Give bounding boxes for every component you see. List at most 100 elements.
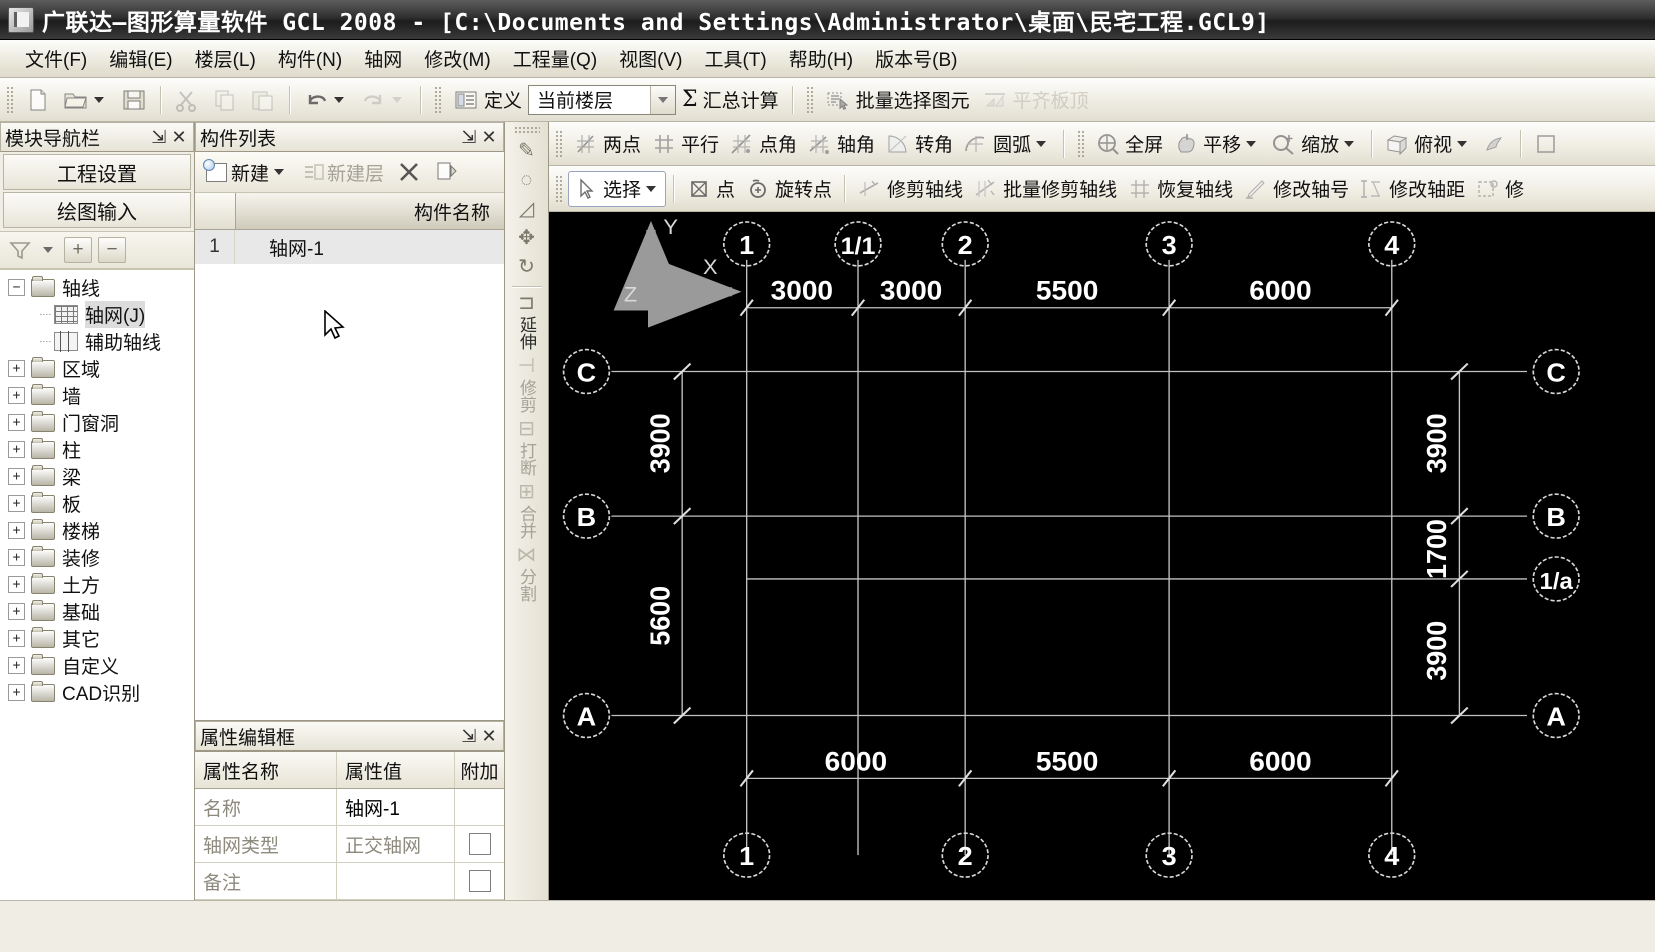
- menu-item-quantity[interactable]: 工程量(Q): [502, 42, 608, 75]
- mirror-button[interactable]: ◿: [509, 196, 545, 222]
- select-dropdown-icon[interactable]: [646, 185, 657, 192]
- zoom-button[interactable]: 缩放: [1266, 126, 1364, 162]
- property-row-name[interactable]: 名称 轴网-1: [195, 789, 504, 826]
- expander-icon[interactable]: +: [8, 468, 25, 485]
- axis-bubble-top-2[interactable]: 2: [941, 221, 989, 267]
- split-button[interactable]: ⋈ 分割: [509, 542, 545, 602]
- paste-button[interactable]: [244, 82, 282, 118]
- undo-button[interactable]: [297, 82, 355, 118]
- close-icon[interactable]: ✕: [169, 127, 189, 148]
- open-file-dropdown-icon[interactable]: [94, 96, 104, 103]
- axis-bubble-top-1[interactable]: 1: [722, 221, 771, 267]
- new-component-dropdown-icon[interactable]: [274, 169, 285, 175]
- expand-all-button[interactable]: +: [64, 237, 92, 263]
- top-view-dropdown-icon[interactable]: [1457, 140, 1468, 147]
- expander-icon[interactable]: +: [8, 387, 25, 404]
- cut-button[interactable]: [168, 82, 206, 118]
- tree-node-wall[interactable]: + 墙: [0, 382, 194, 409]
- rotate-point-button[interactable]: 旋转点: [740, 171, 837, 207]
- table-row[interactable]: 1 轴网-1: [195, 230, 504, 264]
- two-point-button[interactable]: 两点: [568, 126, 646, 162]
- tree-node-beam[interactable]: + 梁: [0, 463, 194, 490]
- axis-bubble-left-a[interactable]: A: [562, 692, 611, 739]
- expander-icon[interactable]: +: [8, 549, 25, 566]
- open-file-button[interactable]: [57, 82, 115, 118]
- expander-icon[interactable]: +: [8, 630, 25, 647]
- pan-dropdown-icon[interactable]: [1246, 140, 1257, 147]
- property-value[interactable]: 正交轴网: [337, 826, 455, 862]
- expander-icon[interactable]: +: [8, 414, 25, 431]
- tree-node-axis-lines[interactable]: − 轴线: [0, 274, 194, 301]
- arc-dropdown-icon[interactable]: [1036, 140, 1047, 147]
- tree-node-decoration[interactable]: + 装修: [0, 544, 194, 571]
- copy-button[interactable]: [206, 82, 244, 118]
- menu-item-tools[interactable]: 工具(T): [693, 42, 777, 75]
- tree-node-cad-recognition[interactable]: + CAD识别: [0, 679, 194, 706]
- batch-select-button[interactable]: 批量选择图元: [819, 82, 976, 118]
- tree-node-stair[interactable]: + 楼梯: [0, 517, 194, 544]
- floor-select[interactable]: 当前楼层: [528, 84, 677, 115]
- tree-node-other[interactable]: + 其它: [0, 625, 194, 652]
- expander-icon[interactable]: +: [8, 603, 25, 620]
- break-button[interactable]: ⊟ 打断: [509, 416, 545, 476]
- undo-dropdown-icon[interactable]: [334, 96, 344, 103]
- expander-icon[interactable]: −: [8, 279, 25, 296]
- axis-grid-drawing[interactable]: Y Z X 3000 3000 5500 6000 6000 5500 6000…: [549, 212, 1655, 900]
- redo-button[interactable]: [355, 82, 413, 118]
- copy-component-button[interactable]: [429, 156, 465, 188]
- axis-bubbles-top[interactable]: 1 1/1 2 3 4: [722, 221, 1416, 267]
- axis-bubble-right-a[interactable]: A: [1532, 692, 1580, 739]
- save-button[interactable]: [115, 82, 153, 118]
- property-checkbox[interactable]: [468, 833, 491, 855]
- axis-bubble-right-b[interactable]: B: [1532, 493, 1580, 539]
- merge-button[interactable]: ⊞ 合并: [509, 479, 545, 539]
- axis-bubbles-left[interactable]: C B A: [562, 348, 611, 739]
- expander-icon[interactable]: +: [8, 576, 25, 593]
- axis-bubble-top-1a[interactable]: 1/1: [834, 221, 882, 267]
- pan-button[interactable]: 平移: [1168, 126, 1266, 162]
- expander-icon[interactable]: +: [8, 441, 25, 458]
- tree-node-door-window[interactable]: + 门窗洞: [0, 409, 194, 436]
- axis-bubble-left-c[interactable]: C: [562, 348, 611, 395]
- pin-icon[interactable]: ⇲: [459, 127, 479, 148]
- trim-button[interactable]: ⊣ 修剪: [509, 353, 545, 413]
- menu-item-help[interactable]: 帮助(H): [778, 42, 864, 75]
- delete-component-button[interactable]: [391, 156, 427, 188]
- restore-axis-button[interactable]: 恢复轴线: [1122, 171, 1238, 207]
- property-value[interactable]: 轴网-1: [337, 789, 455, 825]
- define-button[interactable]: 定义: [447, 82, 528, 118]
- chevron-down-icon[interactable]: [43, 247, 53, 253]
- corner-angle-button[interactable]: 转角: [880, 126, 958, 162]
- axis-bubble-top-3[interactable]: 3: [1145, 221, 1193, 267]
- tree-node-column[interactable]: + 柱: [0, 436, 194, 463]
- collapse-all-button[interactable]: −: [98, 237, 126, 263]
- cad-toolbar-grip-1[interactable]: [554, 129, 563, 158]
- select-button[interactable]: 选择: [568, 170, 667, 207]
- axis-bubble-top-4[interactable]: 4: [1368, 221, 1416, 267]
- menu-item-floor[interactable]: 楼层(L): [184, 42, 267, 75]
- animate-button[interactable]: [1477, 126, 1513, 162]
- rotate-button[interactable]: ↻: [509, 254, 545, 280]
- property-row-grid-type[interactable]: 轴网类型 正交轴网: [195, 826, 504, 863]
- cad-toolbar-grip-2[interactable]: [1076, 129, 1086, 158]
- tree-node-area[interactable]: + 区域: [0, 355, 194, 382]
- menu-item-component[interactable]: 构件(N): [267, 42, 353, 75]
- new-file-button[interactable]: [19, 82, 57, 118]
- nav-button-project-settings[interactable]: 工程设置: [3, 154, 191, 190]
- more-view-button[interactable]: [1528, 126, 1564, 162]
- axis-bubble-right-1a[interactable]: 1/a: [1532, 556, 1580, 602]
- new-layer-button[interactable]: 新建层: [296, 156, 389, 188]
- drawing-canvas[interactable]: Y Z X 3000 3000 5500 6000 6000 5500 6000…: [549, 212, 1655, 900]
- zoom-dropdown-icon[interactable]: [1344, 140, 1355, 147]
- axis-angle-button[interactable]: 轴角: [802, 126, 880, 162]
- property-row-note[interactable]: 备注: [195, 863, 504, 900]
- toolbar-grip[interactable]: [5, 85, 14, 114]
- menu-item-file[interactable]: 文件(F): [14, 42, 98, 75]
- tree-node-custom[interactable]: + 自定义: [0, 652, 194, 679]
- menu-item-view[interactable]: 视图(V): [608, 42, 693, 75]
- pen-draw-button[interactable]: ✎: [509, 138, 545, 164]
- tree-node-earthwork[interactable]: + 土方: [0, 571, 194, 598]
- menu-item-modify[interactable]: 修改(M): [413, 42, 501, 75]
- arc-button[interactable]: 圆弧: [958, 126, 1056, 162]
- close-icon[interactable]: ✕: [479, 726, 499, 747]
